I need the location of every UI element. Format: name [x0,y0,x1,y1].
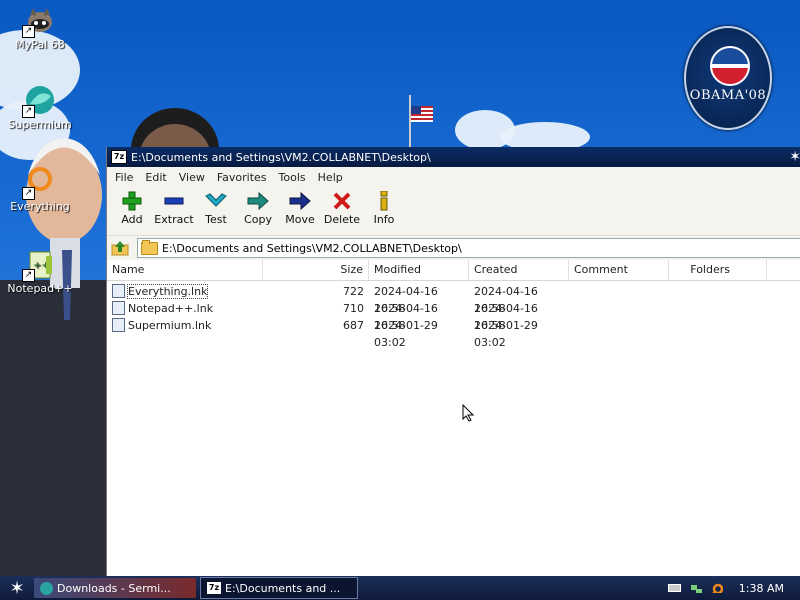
network-icon[interactable] [689,583,702,593]
taskbar: ✶ Downloads - Sermi... 7z E:\Documents a… [0,576,800,600]
column-header-modified[interactable]: Modified [369,260,469,280]
column-header-created[interactable]: Created [469,260,569,280]
mouse-cursor-icon [462,404,474,422]
desktop-icon-label: Notepad++ [7,282,73,295]
us-flag [411,106,433,122]
shortcut-arrow-icon: ↗ [22,105,35,118]
file-list[interactable]: Everything.lnk 722 2024-04-16 16:58 2024… [107,283,800,588]
file-created: 2024-01-29 03:02 [474,319,538,349]
up-arrow-icon [111,241,129,256]
shortcut-arrow-icon: ↗ [22,187,35,200]
seal-text: OBAMA'08 [689,88,767,103]
star-icon: ✶ [9,577,25,599]
shortcut-arrow-icon: ↗ [22,269,35,282]
file-size: 687 [343,319,364,332]
7zip-app-icon: 7z [111,150,127,164]
obama-logo-icon [710,46,750,86]
file-name: Notepad++.lnk [128,302,214,315]
shortcut-arrow-icon: ↗ [22,25,35,38]
extract-button[interactable]: Extract [153,191,195,226]
file-size: 722 [343,285,364,298]
menu-view[interactable]: View [173,171,211,184]
info-button[interactable]: Info [363,191,405,226]
address-path: E:\Documents and Settings\VM2.COLLABNET\… [162,241,462,255]
menu-bar: File Edit View Favorites Tools Help [107,167,800,187]
window-title: E:\Documents and Settings\VM2.COLLABNET\… [131,150,431,164]
folder-icon [141,239,158,255]
up-folder-button[interactable] [107,237,133,259]
star-icon[interactable]: ✶ [789,149,800,165]
plus-icon [121,191,143,211]
desktop-icon-label: Everything [10,200,70,213]
taskbar-item-7zip[interactable]: 7z E:\Documents and ... [200,577,358,599]
person-photo-center [131,108,219,150]
menu-favorites[interactable]: Favorites [211,171,273,184]
file-name: Supermium.lnk [128,319,212,332]
file-size: 710 [343,302,364,315]
browser-icon [40,581,53,595]
desktop-icon-label: Supermium [8,118,72,131]
taskbar-item-downloads[interactable]: Downloads - Sermi... [34,578,196,598]
move-button[interactable]: Move [279,191,321,226]
menu-edit[interactable]: Edit [139,171,172,184]
shortcut-file-icon [112,301,125,315]
flagpole [409,95,411,150]
check-chevron-icon [205,191,227,211]
file-list-header: Name Size Modified Created Comment Folde… [107,260,800,281]
arrow-right-icon [247,191,269,211]
file-created: 2024-04-16 16:58 [474,302,538,332]
cross-icon [331,191,353,211]
file-modified: 2024-04-16 16:58 [374,302,438,332]
start-button[interactable]: ✶ [0,576,34,600]
toolbar: Add Extract Test Copy Move Delete Info [107,187,800,235]
taskbar-clock[interactable]: 1:38 AM [739,582,784,595]
table-row[interactable]: Everything.lnk 722 2024-04-16 16:58 2024… [107,283,800,315]
desktop-icon-label: MyPal 68 [15,38,65,51]
table-row[interactable]: Notepad++.lnk 710 2024-04-16 16:58 2024-… [107,300,800,332]
copy-button[interactable]: Copy [237,191,279,226]
keyboard-icon[interactable] [667,583,681,593]
test-button[interactable]: Test [195,191,237,226]
file-created: 2024-04-16 16:58 [474,285,538,315]
delete-button[interactable]: Delete [321,191,363,226]
shortcut-file-icon [112,318,125,332]
address-bar: E:\Documents and Settings\VM2.COLLABNET\… [107,235,800,260]
desktop-icon-mypal[interactable]: ↗ MyPal 68 [4,4,76,51]
minus-icon [163,191,185,211]
window-titlebar[interactable]: 7z E:\Documents and Settings\VM2.COLLABN… [107,147,800,167]
column-header-size[interactable]: Size [263,260,369,280]
7zip-app-icon: 7z [207,582,221,594]
menu-help[interactable]: Help [312,171,349,184]
file-manager-window[interactable]: 7z E:\Documents and Settings\VM2.COLLABN… [106,147,800,588]
address-input[interactable]: E:\Documents and Settings\VM2.COLLABNET\… [137,238,800,258]
column-header-name[interactable]: Name [107,260,263,280]
arrow-right-icon [289,191,311,211]
menu-tools[interactable]: Tools [273,171,312,184]
file-name: Everything.lnk [126,284,209,299]
desktop-icon-supermium[interactable]: ↗ Supermium [4,84,76,131]
file-modified: 2024-01-29 03:02 [374,319,438,349]
desktop-icon-notepadpp[interactable]: ++ ↗ Notepad++ [4,248,76,295]
column-header-folders[interactable]: Folders [669,260,767,280]
info-icon [373,191,395,211]
obama-08-seal: OBAMA'08 [684,26,772,130]
menu-file[interactable]: File [109,171,139,184]
file-modified: 2024-04-16 16:58 [374,285,438,315]
table-row[interactable]: Supermium.lnk 687 2024-01-29 03:02 2024-… [107,317,800,349]
shortcut-file-icon [112,284,125,298]
search-icon[interactable] [710,583,723,593]
desktop-icon-everything[interactable]: ↗ Everything [4,166,76,213]
add-button[interactable]: Add [111,191,153,226]
column-header-comment[interactable]: Comment [569,260,669,280]
system-tray: 1:38 AM [667,576,800,600]
